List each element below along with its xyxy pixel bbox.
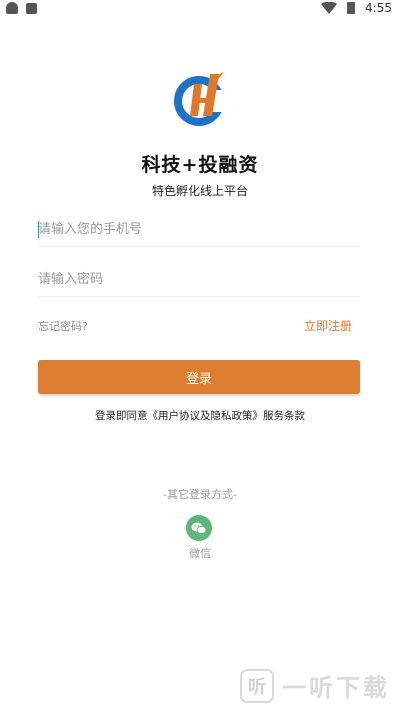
agreement-link[interactable]: 《用户协议及隐私政策》 (148, 410, 264, 422)
status-bar-right: 4:55 (321, 0, 392, 16)
phone-input[interactable] (38, 212, 360, 246)
status-time: 4:55 (365, 1, 392, 15)
wechat-login-button[interactable] (186, 515, 212, 541)
forgot-password-link[interactable]: 忘记密码? (38, 318, 88, 334)
text-caret (38, 221, 39, 238)
battery-icon (347, 2, 356, 14)
wechat-icon (191, 522, 207, 534)
agreement-text: 登录即同意《用户协议及隐私政策》服务条款 (0, 408, 400, 423)
status-bar: 4:55 (0, 0, 400, 16)
register-link[interactable]: 立即注册 (304, 317, 352, 334)
login-button[interactable]: 登录 (38, 360, 360, 394)
other-login-title: -其它登录方式- (163, 488, 237, 501)
password-input[interactable] (38, 262, 360, 296)
wifi-icon (321, 2, 338, 14)
agreement-prefix: 登录即同意 (95, 410, 148, 422)
app-notification-icon (26, 2, 37, 14)
wechat-label: 微信 (189, 547, 211, 560)
phone-field-container (38, 212, 360, 247)
status-bar-left (6, 2, 37, 14)
app-subtitle: 特色孵化线上平台 (151, 184, 248, 198)
app-title: 科技+投融资 (141, 154, 259, 176)
agreement-suffix: 服务条款 (263, 410, 305, 422)
watermark-logo-icon: 听 (240, 668, 274, 703)
notification-icon (6, 2, 18, 14)
app-logo-icon (174, 72, 226, 126)
watermark-text: 一听下载 (282, 674, 390, 702)
watermark: 听 一听下载 (240, 668, 390, 703)
password-field-container (38, 262, 360, 297)
